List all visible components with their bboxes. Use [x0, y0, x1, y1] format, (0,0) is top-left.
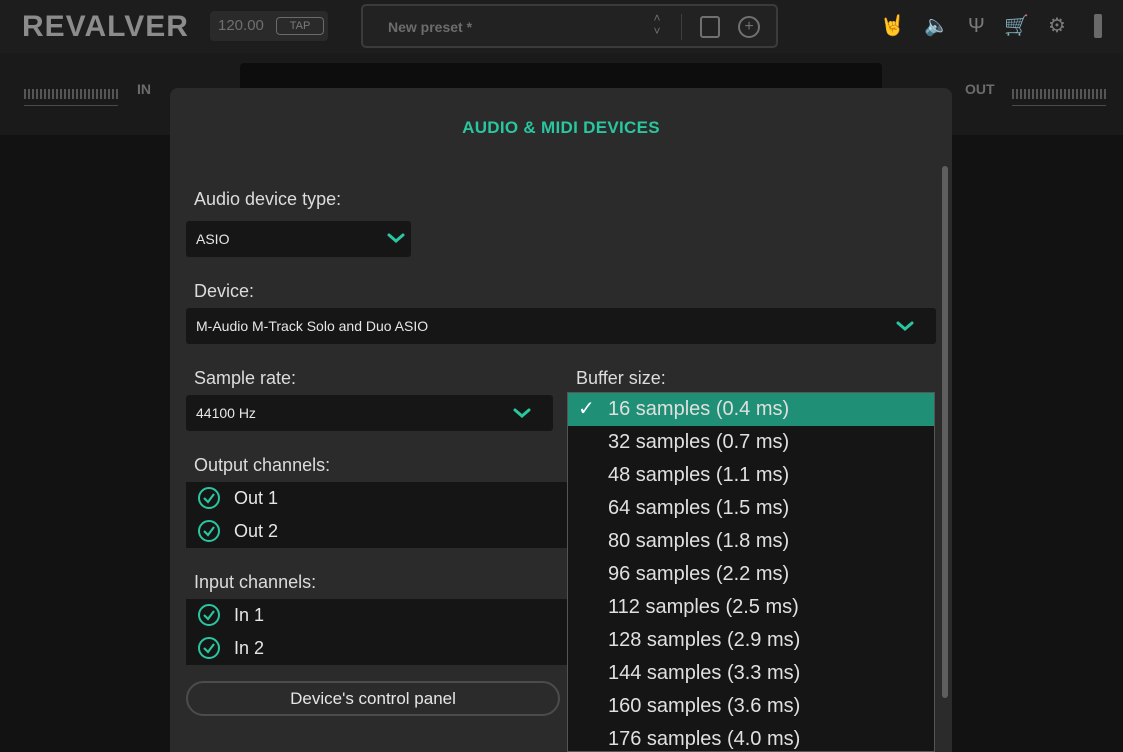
checkmark-icon: ✓ [578, 398, 595, 420]
buffer-option[interactable]: 80 samples (1.8 ms) [568, 525, 934, 558]
sample-rate-select[interactable]: 44100 Hz [186, 395, 553, 431]
buffer-option-label: 96 samples (2.2 ms) [608, 563, 790, 585]
output-channels-label: Output channels: [194, 455, 331, 475]
buffer-option[interactable]: 128 samples (2.9 ms) [568, 624, 934, 657]
output-meter [1012, 89, 1106, 99]
buffer-option[interactable]: 96 samples (2.2 ms) [568, 558, 934, 591]
tuning-fork-icon[interactable]: Ψ [968, 14, 985, 38]
buffer-option-label: 80 samples (1.8 ms) [608, 530, 790, 552]
device-value: M-Audio M-Track Solo and Duo ASIO [196, 318, 429, 334]
buffer-option-label: 160 samples (3.6 ms) [608, 695, 801, 717]
buffer-option-label: 32 samples (0.7 ms) [608, 431, 790, 453]
buffer-option[interactable]: 64 samples (1.5 ms) [568, 492, 934, 525]
dialog-scrollbar[interactable] [942, 166, 948, 698]
check-circle-icon[interactable] [198, 520, 220, 542]
buffer-option[interactable]: 160 samples (3.6 ms) [568, 690, 934, 723]
output-channels-list: Out 1 Out 2 [186, 482, 576, 548]
tempo-value[interactable]: 120.00 [218, 17, 264, 34]
cart-icon[interactable]: 🛒 [1004, 14, 1029, 38]
input-label: IN [137, 81, 151, 97]
speaker-icon[interactable]: 🔈 [924, 14, 949, 38]
sample-rate-value: 44100 Hz [196, 405, 256, 421]
preset-up-down-icon[interactable]: ˄ ˅ [650, 12, 664, 42]
channel-label: In 2 [234, 638, 265, 658]
menu-handle[interactable] [1094, 14, 1102, 38]
tap-button[interactable]: TAP [276, 17, 324, 35]
audio-device-type-value: ASIO [196, 231, 230, 247]
buffer-option-selected[interactable]: ✓ 16 samples (0.4 ms) [568, 393, 934, 426]
input-channels-list: In 1 In 2 [186, 599, 576, 665]
check-circle-icon[interactable] [198, 487, 220, 509]
buffer-option-label: 64 samples (1.5 ms) [608, 497, 790, 519]
check-circle-icon[interactable] [198, 637, 220, 659]
buffer-size-dropdown[interactable]: ✓ 16 samples (0.4 ms) 32 samples (0.7 ms… [567, 392, 935, 752]
divider [681, 14, 682, 40]
buffer-option-label: 128 samples (2.9 ms) [608, 629, 801, 651]
tempo-control[interactable]: 120.00 TAP [210, 11, 328, 41]
save-preset-icon[interactable] [700, 16, 720, 38]
check-circle-icon[interactable] [198, 604, 220, 626]
preset-selector[interactable]: New preset * ˄ ˅ + [361, 4, 778, 48]
chevron-down-icon [513, 408, 531, 418]
buffer-option[interactable]: 112 samples (2.5 ms) [568, 591, 934, 624]
input-meter [24, 89, 118, 99]
device-select[interactable]: M-Audio M-Track Solo and Duo ASIO [186, 308, 936, 344]
channel-label: Out 2 [234, 521, 279, 541]
buffer-option-label: 48 samples (1.1 ms) [608, 464, 790, 486]
buffer-option-label: 144 samples (3.3 ms) [608, 662, 801, 684]
output-label: OUT [965, 81, 995, 97]
device-control-panel-button[interactable]: Device's control panel [186, 681, 560, 716]
channel-label: In 1 [234, 605, 265, 625]
dialog-title: AUDIO & MIDI DEVICES [462, 118, 660, 137]
buffer-option-label: 16 samples (0.4 ms) [608, 398, 790, 420]
add-preset-icon[interactable]: + [738, 16, 760, 38]
buffer-option[interactable]: 144 samples (3.3 ms) [568, 657, 934, 690]
rock-hand-icon[interactable]: 🤘 [880, 14, 905, 38]
channel-label: Out 1 [234, 488, 279, 508]
preset-name[interactable]: New preset * [388, 19, 472, 35]
audio-device-type-label: Audio device type: [194, 189, 342, 209]
top-bar: REVALVER 120.00 TAP New preset * ˄ ˅ + 🤘 … [0, 0, 1123, 53]
audio-device-type-select[interactable]: ASIO [186, 221, 411, 257]
buffer-option[interactable]: 48 samples (1.1 ms) [568, 459, 934, 492]
buffer-option[interactable]: 32 samples (0.7 ms) [568, 426, 934, 459]
output-gain-slider[interactable] [1012, 105, 1106, 106]
device-label: Device: [194, 281, 255, 301]
buffer-option-label: 112 samples (2.5 ms) [608, 596, 799, 618]
gear-icon[interactable]: ⚙ [1048, 14, 1066, 38]
sample-rate-label: Sample rate: [194, 368, 297, 388]
input-channels-label: Input channels: [194, 572, 317, 592]
buffer-size-label: Buffer size: [576, 368, 666, 388]
app-logo: REVALVER [22, 10, 189, 43]
input-gain-slider[interactable] [24, 105, 118, 106]
buffer-option[interactable]: 176 samples (4.0 ms) [568, 723, 934, 751]
buffer-option-label: 176 samples (4.0 ms) [608, 728, 801, 750]
chevron-down-icon [387, 233, 405, 243]
chevron-down-icon [896, 321, 914, 331]
